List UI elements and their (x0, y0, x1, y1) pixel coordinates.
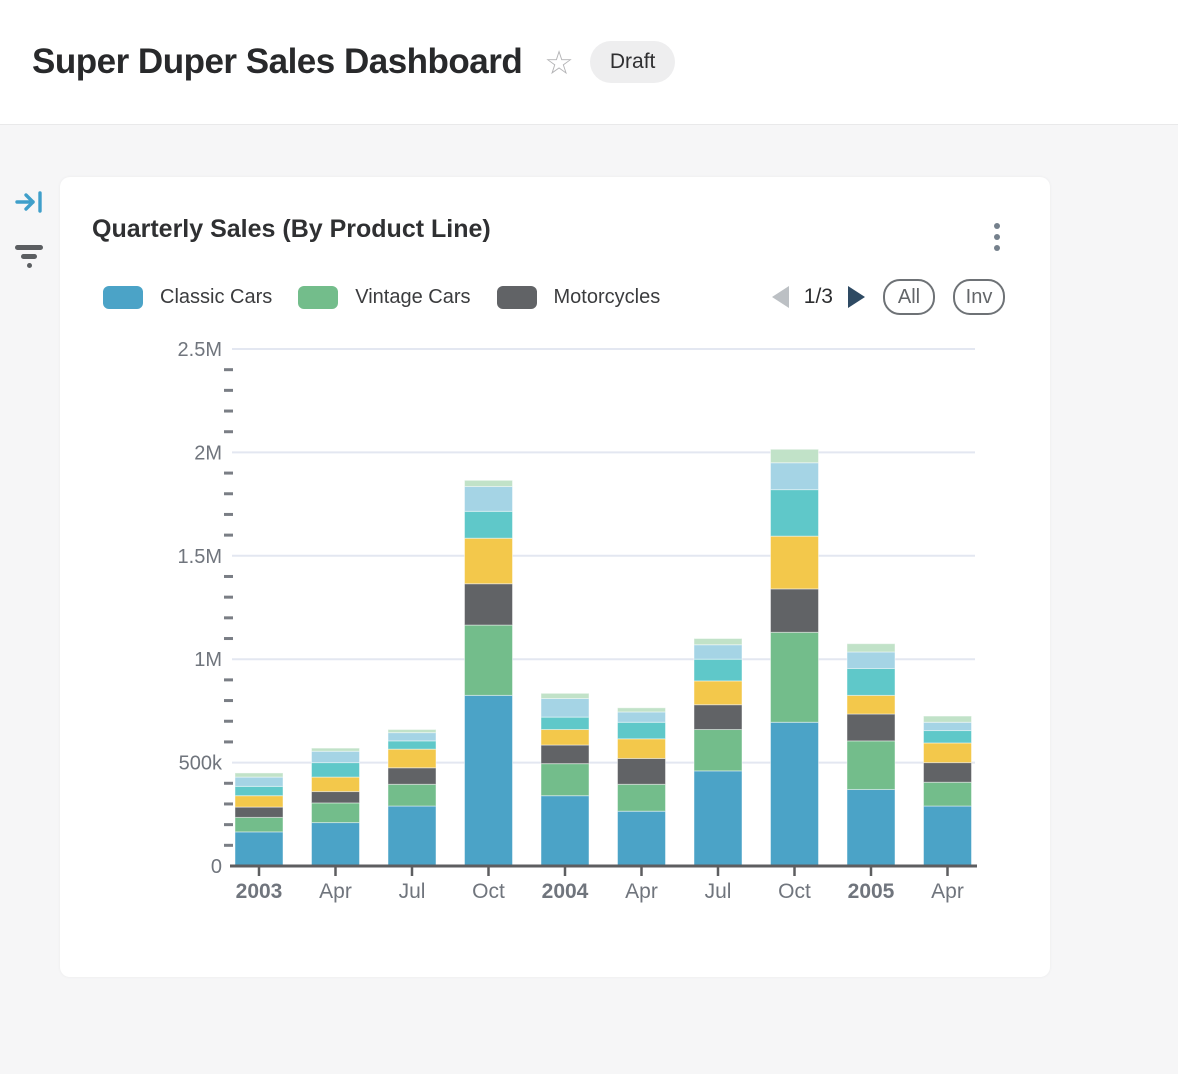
legend-item[interactable]: Classic Cars (103, 286, 272, 309)
legend-swatch (103, 286, 143, 309)
chart-title: Quarterly Sales (By Product Line) (92, 215, 491, 244)
svg-text:Jul: Jul (399, 880, 426, 903)
chart-legend: Classic Cars Vintage Cars Motorcycles (103, 286, 686, 309)
prev-arrow-icon[interactable] (772, 286, 789, 308)
svg-text:2004: 2004 (542, 880, 589, 903)
legend-item-label: Classic Cars (160, 286, 272, 309)
svg-text:0: 0 (211, 856, 222, 878)
chart-card-header: Quarterly Sales (By Product Line) (60, 177, 1050, 255)
svg-text:Oct: Oct (472, 880, 505, 903)
svg-text:Apr: Apr (625, 880, 658, 903)
x-axis-labels: 2003 Apr Jul Oct 2004 Apr Jul Oct 2005 Apr (236, 880, 964, 903)
filter-icon[interactable] (12, 240, 46, 273)
svg-text:2M: 2M (194, 442, 222, 464)
legend-swatch (298, 286, 338, 309)
star-icon[interactable]: ☆ (544, 46, 574, 79)
svg-text:Apr: Apr (931, 880, 964, 903)
stacked-bar-chart[interactable]: 0 500k 1M 1.5M 2M 2.5M 2003 Apr Jul Oct 2004 Apr Jul… (60, 327, 1050, 967)
chart-card: Quarterly Sales (By Product Line) Classi… (60, 177, 1050, 977)
svg-text:2003: 2003 (236, 880, 283, 903)
svg-text:Oct: Oct (778, 880, 811, 903)
y-minor-ticks (224, 370, 233, 846)
svg-text:Apr: Apr (319, 880, 352, 903)
chart-legend-row: Classic Cars Vintage Cars Motorcycles 1/3 … (103, 279, 1005, 315)
legend-swatch (497, 286, 537, 309)
legend-page-indicator: 1/3 (804, 285, 833, 309)
dashboard-canvas: Quarterly Sales (By Product Line) Classi… (0, 125, 1178, 1073)
legend-pager: 1/3 All Inv (772, 279, 1005, 315)
legend-item[interactable]: Motorcycles (497, 286, 661, 309)
x-axis (230, 866, 977, 876)
collapse-panel-icon[interactable] (12, 187, 46, 220)
select-all-button[interactable]: All (883, 279, 935, 315)
svg-text:2.5M: 2.5M (178, 339, 222, 361)
svg-text:2005: 2005 (848, 880, 895, 903)
kebab-menu-icon[interactable] (988, 219, 1006, 255)
legend-item[interactable]: Vintage Cars (298, 286, 470, 309)
svg-text:Jul: Jul (705, 880, 732, 903)
bars[interactable] (235, 449, 972, 866)
y-axis-labels: 0 500k 1M 1.5M 2M 2.5M (178, 339, 223, 878)
svg-text:1M: 1M (194, 649, 222, 671)
app-header: Super Duper Sales Dashboard ☆ Draft (0, 0, 1178, 125)
svg-text:500k: 500k (179, 753, 223, 775)
page-title: Super Duper Sales Dashboard (32, 42, 522, 82)
invert-selection-button[interactable]: Inv (953, 279, 1005, 315)
legend-item-label: Motorcycles (554, 286, 661, 309)
status-badge: Draft (590, 41, 676, 83)
svg-text:1.5M: 1.5M (178, 546, 222, 568)
legend-item-label: Vintage Cars (355, 286, 470, 309)
next-arrow-icon[interactable] (848, 286, 865, 308)
